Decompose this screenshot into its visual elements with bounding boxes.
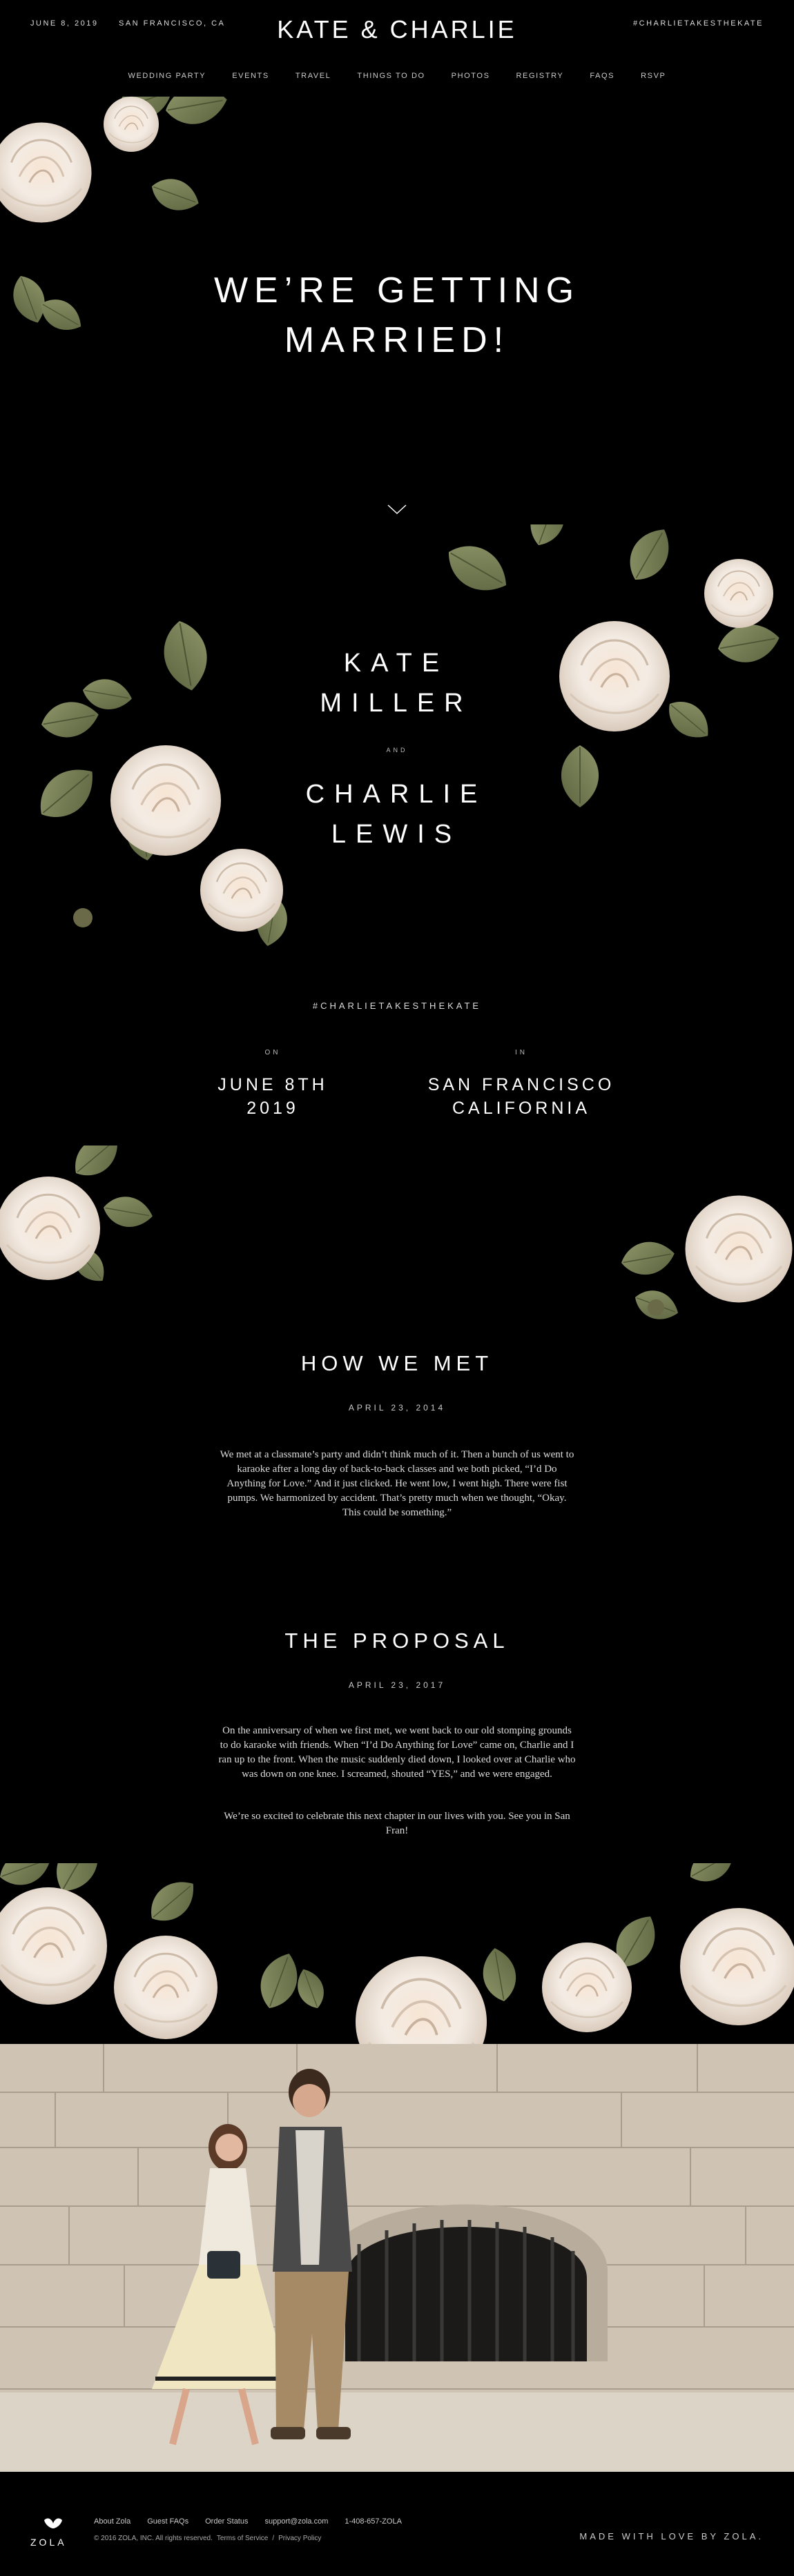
nav-wedding-party[interactable]: WEDDING PARTY — [128, 72, 206, 80]
zola-logo-text[interactable]: ZOLA — [30, 2537, 67, 2548]
footer-link-about[interactable]: About Zola — [94, 2517, 130, 2526]
floral-border — [0, 1863, 794, 2049]
footer-legal: © 2016 ZOLA, INC. All rights reserved. T… — [94, 2535, 321, 2542]
groom-name: CHARLIE LEWIS — [305, 780, 487, 849]
floral-mid-left — [0, 1146, 156, 1290]
terms-link[interactable]: Terms of Service — [217, 2535, 268, 2542]
wedding-hashtag: #CHARLIETAKESTHEKATE — [312, 1001, 482, 1011]
wedding-date: JUNE 8TH 2019 — [217, 1075, 328, 1118]
couple-photo — [0, 2044, 794, 2472]
proposal-title: THE PROPOSAL — [284, 1629, 510, 1653]
chevron-down-icon[interactable] — [385, 501, 409, 518]
how-we-met-title: HOW WE MET — [300, 1351, 494, 1375]
main-nav: WEDDING PARTY EVENTS TRAVEL THINGS TO DO… — [0, 72, 794, 80]
zola-logo-icon[interactable] — [43, 2517, 64, 2530]
nav-photos[interactable]: PHOTOS — [452, 72, 490, 80]
proposal-body: On the anniversary of when we first met,… — [218, 1725, 576, 1780]
bride-name: KATE MILLER — [320, 649, 473, 718]
nav-events[interactable]: EVENTS — [232, 72, 269, 80]
nav-travel[interactable]: TRAVEL — [296, 72, 331, 80]
how-we-met-date: APRIL 23, 2014 — [348, 1403, 446, 1413]
floral-mid-right — [618, 1194, 794, 1326]
how-we-met-body: We met at a classmate’s party and didn’t… — [220, 1449, 574, 1518]
footer-link-email[interactable]: support@zola.com — [264, 2517, 328, 2526]
footer-link-phone[interactable]: 1-408-657-ZOLA — [345, 2517, 402, 2526]
footer-link-guest-faqs[interactable]: Guest FAQs — [147, 2517, 188, 2526]
nav-registry[interactable]: REGISTRY — [516, 72, 564, 80]
footer-links: About Zola Guest FAQs Order Status suppo… — [94, 2517, 402, 2526]
on-label: ON — [264, 1049, 281, 1056]
nav-rsvp[interactable]: RSVP — [641, 72, 666, 80]
footer-link-order-status[interactable]: Order Status — [205, 2517, 248, 2526]
proposal-closing: We’re so excited to celebrate this next … — [224, 1811, 570, 1836]
legal-separator: / — [272, 2535, 275, 2542]
copyright: © 2016 ZOLA, INC. All rights reserved. — [94, 2535, 213, 2542]
in-label: IN — [515, 1049, 527, 1056]
and-label: AND — [386, 747, 408, 754]
header-hashtag: #CHARLIETAKESTHEKATE — [633, 19, 764, 28]
nav-faqs[interactable]: FAQS — [590, 72, 614, 80]
nav-things-to-do[interactable]: THINGS TO DO — [357, 72, 425, 80]
wedding-place: SAN FRANCISCO CALIFORNIA — [427, 1075, 615, 1118]
made-with-love: MADE WITH LOVE BY ZOLA. — [579, 2531, 764, 2541]
proposal-date: APRIL 23, 2017 — [348, 1680, 446, 1690]
hero-title: WE’RE GETTING MARRIED! — [213, 271, 581, 360]
privacy-link[interactable]: Privacy Policy — [278, 2535, 321, 2542]
